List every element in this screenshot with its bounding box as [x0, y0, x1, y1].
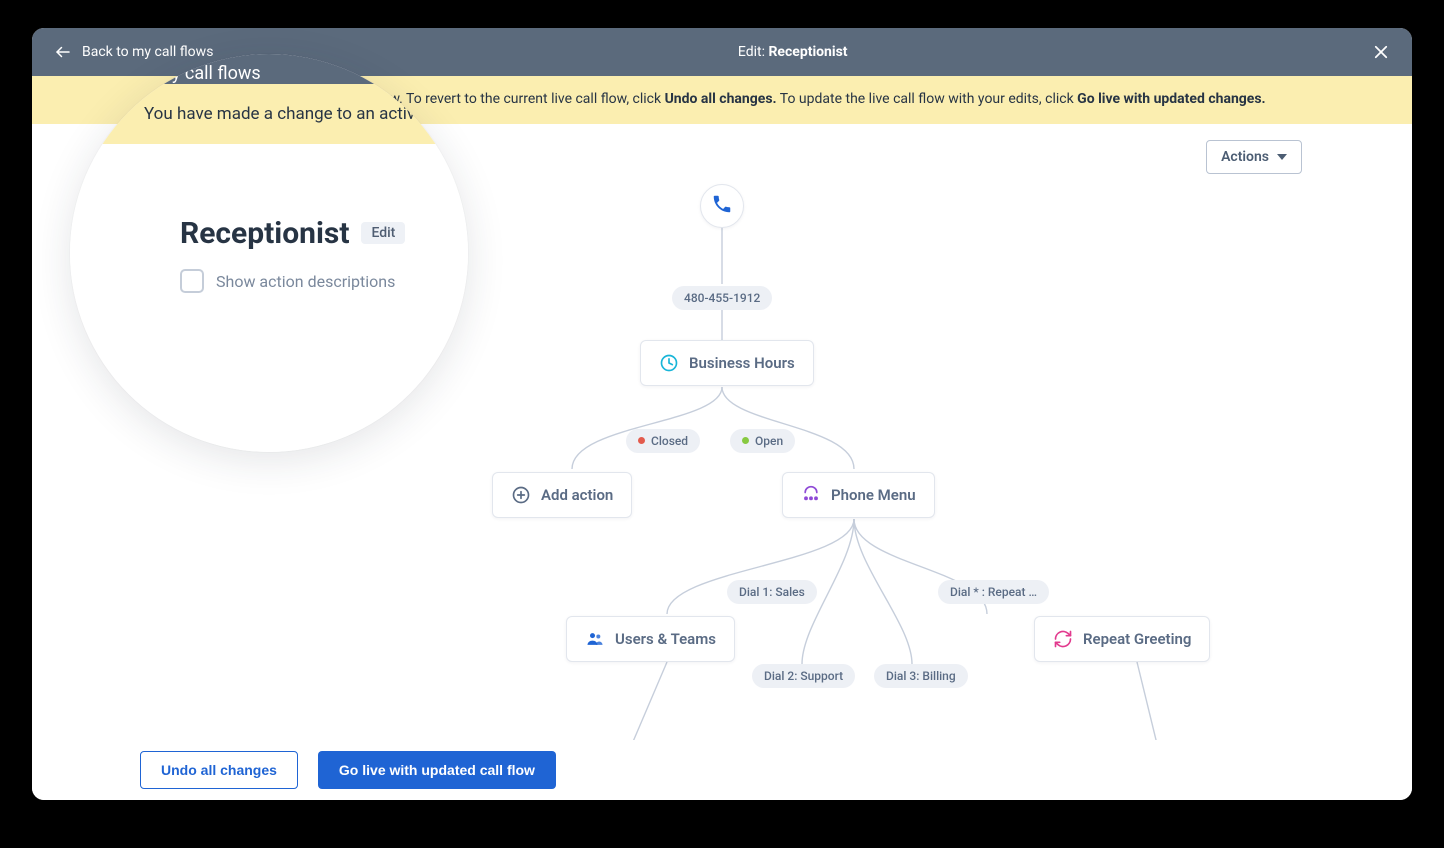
repeat-greeting-node[interactable]: Repeat Greeting — [1034, 616, 1210, 662]
zoom-header-text: ny call flows — [162, 63, 261, 84]
dot-green-icon — [742, 437, 749, 444]
zoom-banner-text: You have made a change to an active c — [144, 104, 437, 124]
closed-pill[interactable]: Closed — [626, 429, 700, 453]
dial-3-label: Dial 3: Billing — [886, 669, 956, 683]
open-label: Open — [755, 434, 783, 448]
business-hours-label: Business Hours — [689, 354, 795, 372]
zoom-callout: ny call flows You have made a change to … — [70, 54, 468, 452]
repeat-icon — [1053, 629, 1073, 649]
closed-label: Closed — [651, 434, 688, 448]
dial-3-pill[interactable]: Dial 3: Billing — [874, 664, 968, 688]
business-hours-node[interactable]: Business Hours — [640, 340, 814, 386]
add-action-node[interactable]: Add action — [492, 472, 632, 518]
users-teams-label: Users & Teams — [615, 630, 716, 648]
dial-1-pill[interactable]: Dial 1: Sales — [727, 580, 817, 604]
banner-bold-b: Go live with updated changes. — [1077, 91, 1265, 107]
close-icon[interactable] — [1372, 43, 1390, 61]
banner-bold-a: Undo all changes. — [665, 91, 777, 107]
phone-icon — [711, 193, 733, 219]
zoom-banner-fragment: You have made a change to an active c — [70, 84, 468, 144]
clock-icon — [659, 353, 679, 373]
dial-star-label: Dial * : Repeat … — [950, 585, 1037, 599]
show-descriptions-label: Show action descriptions — [216, 272, 395, 291]
show-descriptions-row[interactable]: Show action descriptions — [180, 269, 468, 293]
flow-title: Receptionist — [180, 216, 349, 251]
phone-menu-node[interactable]: Phone Menu — [782, 472, 935, 518]
phone-menu-label: Phone Menu — [831, 486, 916, 504]
footer-bar: Undo all changes Go live with updated ca… — [32, 740, 1412, 800]
dial-star-pill[interactable]: Dial * : Repeat … — [938, 580, 1049, 604]
dial-2-label: Dial 2: Support — [764, 669, 843, 683]
plus-circle-icon — [511, 485, 531, 505]
zoom-header-fragment: ny call flows — [70, 54, 468, 84]
edit-badge[interactable]: Edit — [361, 222, 405, 244]
phone-number-pill[interactable]: 480-455-1912 — [672, 286, 772, 310]
users-icon — [585, 629, 605, 649]
banner-text-b: To update the live call flow with your e… — [780, 91, 1077, 107]
repeat-greeting-label: Repeat Greeting — [1083, 630, 1191, 648]
checkbox-icon[interactable] — [180, 269, 204, 293]
dial-1-label: Dial 1: Sales — [739, 585, 805, 599]
phone-number-text: 480-455-1912 — [684, 291, 760, 305]
dot-red-icon — [638, 437, 645, 444]
title-prefix: Edit: — [738, 44, 769, 60]
page-title: Edit: Receptionist — [738, 44, 848, 60]
phone-start-node[interactable] — [700, 184, 744, 228]
title-name: Receptionist — [768, 44, 847, 60]
app-shell: Back to my call flows Edit: Receptionist… — [32, 28, 1412, 800]
undo-all-button[interactable]: Undo all changes — [140, 751, 298, 789]
open-pill[interactable]: Open — [730, 429, 795, 453]
users-teams-node[interactable]: Users & Teams — [566, 616, 735, 662]
dial-2-pill[interactable]: Dial 2: Support — [752, 664, 855, 688]
go-live-button[interactable]: Go live with updated call flow — [318, 751, 556, 789]
phone-menu-icon — [801, 485, 821, 505]
add-action-label: Add action — [541, 486, 613, 504]
zoom-body: Receptionist Edit Show action descriptio… — [70, 144, 468, 452]
